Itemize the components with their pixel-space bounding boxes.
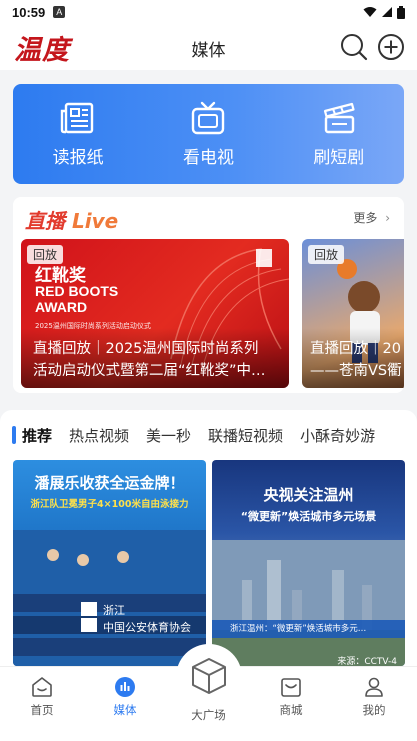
replay-badge: 回放: [27, 245, 64, 264]
tab-beauty-second[interactable]: 美一秒: [146, 425, 191, 446]
video-subline: “微更新”焕活城市多元场景: [240, 510, 377, 523]
live-more-link[interactable]: 更多 ›: [353, 209, 390, 226]
live-section-logo: 直播 Live: [25, 205, 118, 234]
tv-icon: [192, 101, 225, 134]
video-card[interactable]: 潘展乐收获全运金牌！ 浙江队卫冕男子4×100米自由泳接力 浙江 中国公安体育协…: [13, 460, 206, 666]
quick-link-short-drama[interactable]: 刷短剧: [284, 101, 394, 168]
quick-link-label: 看电视: [182, 147, 234, 168]
newspaper-icon: [60, 102, 94, 133]
chevron-right-icon: ›: [385, 211, 390, 225]
quick-link-label: 读报纸: [52, 147, 104, 168]
poster-title-en-1: RED BOOTS: [35, 283, 119, 299]
home-icon: [32, 677, 52, 697]
video-headline: 央视关注温州: [263, 486, 354, 504]
live-card-title: 直播回放｜20 ——苍南VS衢: [310, 341, 402, 379]
notification-icon: A: [53, 6, 66, 18]
lane-label-team: 中国公安体育协会: [103, 621, 191, 634]
tab-news-short-video[interactable]: 联播短视频: [208, 425, 283, 446]
search-icon[interactable]: [339, 32, 369, 62]
shop-icon: [281, 678, 301, 697]
video-caption: 浙江温州：“微更新”焕活城市多元…: [230, 624, 367, 634]
system-gesture-bar: [0, 728, 417, 741]
live-card-title: 直播回放｜2025温州国际时尚系列 活动启动仪式暨第二届“红靴奖”中…: [33, 341, 266, 379]
quick-link-tv[interactable]: 看电视: [153, 101, 263, 168]
video-headline: 潘展乐收获全运金牌！: [34, 474, 185, 492]
profile-icon: [365, 677, 383, 697]
status-time: 10:59: [12, 4, 46, 20]
live-card[interactable]: 回放 直播回放｜20 ——苍南VS衢: [302, 239, 404, 388]
live-logo-en: Live: [71, 209, 119, 233]
video-source: 来源：CCTV-4: [337, 657, 397, 666]
live-card[interactable]: 红靴奖 RED BOOTS AWARD 2025温州国际时尚系列活动启动仪式 回…: [21, 239, 289, 388]
nav-plaza[interactable]: [176, 644, 242, 710]
nav-plaza-label: 大广场: [191, 708, 226, 722]
quick-link-newspaper[interactable]: 读报纸: [23, 101, 133, 168]
app-header: 温度 媒体: [0, 24, 417, 70]
tab-hot-videos[interactable]: 热点视频: [69, 425, 129, 446]
quick-links-panel: 读报纸 看电视 刷短剧: [13, 84, 404, 184]
tab-xiaosu-trip[interactable]: 小酥奇妙游: [300, 425, 375, 446]
category-tabs: 推荐 热点视频 美一秒 联播短视频 小酥奇妙游: [0, 410, 417, 460]
quick-link-label: 刷短剧: [313, 147, 365, 168]
live-section: 直播 Live 更多 › 红靴奖 RED BOOTS AWARD 2025温州国…: [13, 197, 404, 393]
clapperboard-icon: [323, 102, 355, 133]
status-bar: 10:59 A: [0, 0, 417, 24]
video-subline: 浙江队卫冕男子4×100米自由泳接力: [30, 499, 189, 510]
video-feed: 潘展乐收获全运金牌！ 浙江队卫冕男子4×100米自由泳接力 浙江 中国公安体育协…: [0, 460, 417, 666]
replay-badge: 回放: [308, 245, 345, 264]
wifi-icon: [363, 7, 377, 17]
more-label: 更多: [353, 211, 378, 225]
video-card[interactable]: 央视关注温州 “微更新”焕活城市多元场景 浙江温州：“微更新”焕活城市多元… 来…: [212, 460, 405, 666]
lane-label-team: 浙江: [103, 604, 125, 617]
signal-icon: [382, 7, 392, 17]
status-icons: [363, 5, 405, 19]
battery-icon: [397, 5, 405, 19]
add-icon[interactable]: [376, 32, 406, 62]
tab-recommend[interactable]: 推荐: [12, 425, 52, 446]
live-logo-cn: 直播: [25, 209, 65, 233]
cube-icon: [192, 658, 226, 694]
poster-title-en-2: AWARD: [35, 299, 88, 315]
media-icon: [115, 677, 135, 697]
